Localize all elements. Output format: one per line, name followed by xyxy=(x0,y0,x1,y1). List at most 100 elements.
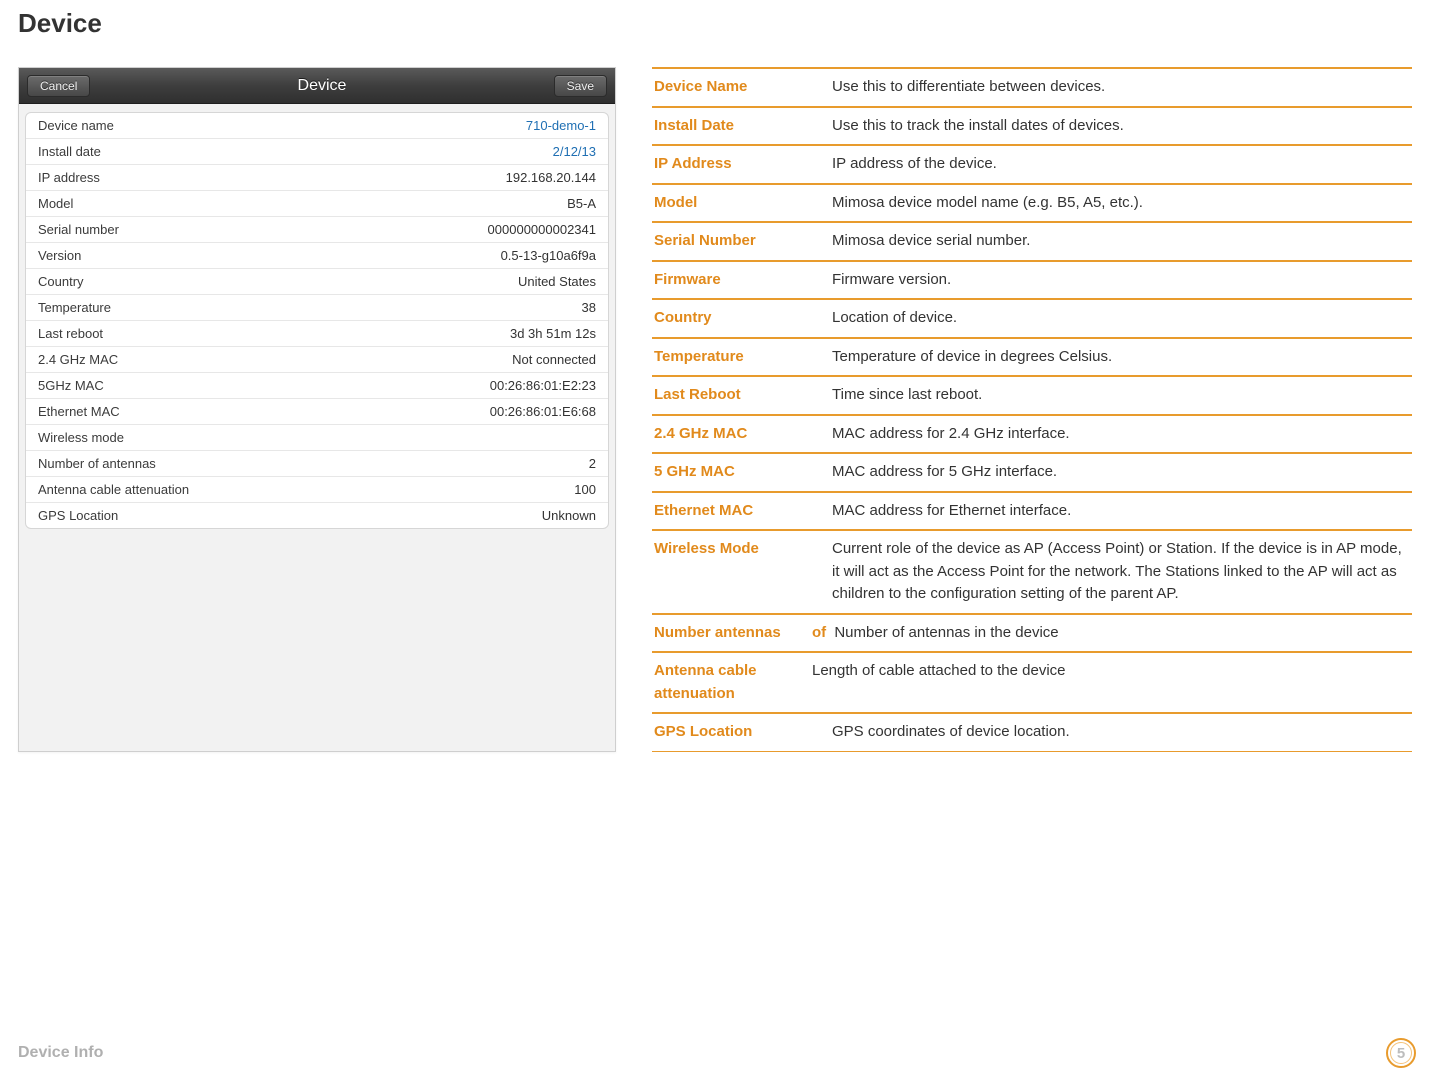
definition-row: IP AddressIP address of the device. xyxy=(652,144,1412,184)
panel-row: Last reboot 3d 3h 51m 12s xyxy=(26,321,608,347)
row-value[interactable]: 710-demo-1 xyxy=(526,118,596,133)
definition-term: Number antennas xyxy=(654,622,812,645)
row-label: Last reboot xyxy=(38,326,103,341)
definition-description: MAC address for 5 GHz interface. xyxy=(832,461,1057,484)
panel-row: 2.4 GHz MAC Not connected xyxy=(26,347,608,373)
row-value: 00:26:86:01:E6:68 xyxy=(490,404,596,419)
definition-description: MAC address for 2.4 GHz interface. xyxy=(832,423,1070,446)
definition-term: Temperature xyxy=(654,346,832,369)
row-label: Install date xyxy=(38,144,101,159)
panel-row: Number of antennas 2 xyxy=(26,451,608,477)
row-value: 00:26:86:01:E2:23 xyxy=(490,378,596,393)
panel-row: Serial number 000000000002341 xyxy=(26,217,608,243)
definition-row: Number antennasof Number of antennas in … xyxy=(652,613,1412,653)
definition-row: Device NameUse this to differentiate bet… xyxy=(652,67,1412,107)
definition-description: Temperature of device in degrees Celsius… xyxy=(832,346,1112,369)
definition-term: Model xyxy=(654,192,832,215)
definition-row: 5 GHz MACMAC address for 5 GHz interface… xyxy=(652,452,1412,492)
panel-row: Device name710-demo-1 xyxy=(26,113,608,139)
page-footer: Device Info 5 xyxy=(18,1038,1416,1068)
panel-row: Temperature 38 xyxy=(26,295,608,321)
definition-term: GPS Location xyxy=(654,721,832,744)
panel-row: GPS LocationUnknown xyxy=(26,503,608,528)
definition-term: Country xyxy=(654,307,832,330)
row-label: Version xyxy=(38,248,81,263)
panel-row: Antenna cable attenuation 100 xyxy=(26,477,608,503)
row-label: 5GHz MAC xyxy=(38,378,104,393)
panel-body: Device name710-demo-1 Install date 2/12/13… xyxy=(25,112,609,529)
row-label: 2.4 GHz MAC xyxy=(38,352,118,367)
page-title: Device xyxy=(18,8,1416,39)
row-label: IP address xyxy=(38,170,100,185)
row-value[interactable]: 2/12/13 xyxy=(553,144,596,159)
panel-row: IP address 192.168.20.144 xyxy=(26,165,608,191)
definitions-table: Device NameUse this to differentiate bet… xyxy=(652,67,1412,752)
definition-description: MAC address for Ethernet interface. xyxy=(832,500,1071,523)
row-label: Ethernet MAC xyxy=(38,404,120,419)
definition-term: Ethernet MAC xyxy=(654,500,832,523)
panel-row: Ethernet MAC 00:26:86:01:E6:68 xyxy=(26,399,608,425)
definition-term: Antenna cable attenuation xyxy=(654,660,812,705)
row-label: Serial number xyxy=(38,222,119,237)
definition-description: Mimosa device model name (e.g. B5, A5, e… xyxy=(832,192,1143,215)
row-value: 000000000002341 xyxy=(488,222,596,237)
definition-description: Length of cable attached to the device xyxy=(812,660,1066,705)
definition-row: GPS LocationGPS coordinates of device lo… xyxy=(652,712,1412,752)
footer-section-label: Device Info xyxy=(18,1044,103,1062)
row-value: 38 xyxy=(582,300,596,315)
definition-row: Wireless ModeCurrent role of the device … xyxy=(652,529,1412,614)
definition-term: Firmware xyxy=(654,269,832,292)
panel-row: Install date 2/12/13 xyxy=(26,139,608,165)
panel-row: 5GHz MAC 00:26:86:01:E2:23 xyxy=(26,373,608,399)
row-label: Temperature xyxy=(38,300,111,315)
definition-row: Antenna cable attenuationLength of cable… xyxy=(652,651,1412,713)
definition-row: Ethernet MACMAC address for Ethernet int… xyxy=(652,491,1412,531)
definition-term: 2.4 GHz MAC xyxy=(654,423,832,446)
definition-text: Number of antennas in the device xyxy=(830,624,1058,641)
panel-row: Country United States xyxy=(26,269,608,295)
panel-row: ModelB5-A xyxy=(26,191,608,217)
panel-row: Version 0.5-13-g10a6f9a xyxy=(26,243,608,269)
definition-row: FirmwareFirmware version. xyxy=(652,260,1412,300)
panel-row: Wireless mode xyxy=(26,425,608,451)
row-value: 2 xyxy=(589,456,596,471)
definition-term: Wireless Mode xyxy=(654,538,832,606)
definition-term: IP Address xyxy=(654,153,832,176)
definition-description: Mimosa device serial number. xyxy=(832,230,1030,253)
row-value: Not connected xyxy=(512,352,596,367)
definition-row: Last RebootTime since last reboot. xyxy=(652,375,1412,415)
page-number-badge: 5 xyxy=(1386,1038,1416,1068)
cancel-button[interactable]: Cancel xyxy=(27,75,90,97)
definition-description: Use this to differentiate between device… xyxy=(832,76,1105,99)
content-wrapper: Cancel Device Save Device name710-demo-1… xyxy=(18,67,1416,752)
definition-term: Install Date xyxy=(654,115,832,138)
definition-description: Time since last reboot. xyxy=(832,384,982,407)
row-label: Wireless mode xyxy=(38,430,124,445)
definition-description: Use this to track the install dates of d… xyxy=(832,115,1124,138)
definition-row: ModelMimosa device model name (e.g. B5, … xyxy=(652,183,1412,223)
row-value: United States xyxy=(518,274,596,289)
definition-description: GPS coordinates of device location. xyxy=(832,721,1070,744)
definition-row: 2.4 GHz MACMAC address for 2.4 GHz inter… xyxy=(652,414,1412,454)
definition-term: Last Reboot xyxy=(654,384,832,407)
row-value: 100 xyxy=(574,482,596,497)
definition-term: Serial Number xyxy=(654,230,832,253)
inline-of: of xyxy=(812,624,826,641)
definition-term: Device Name xyxy=(654,76,832,99)
definition-row: TemperatureTemperature of device in degr… xyxy=(652,337,1412,377)
definition-description: Current role of the device as AP (Access… xyxy=(832,538,1408,606)
row-label: Country xyxy=(38,274,84,289)
row-value: 192.168.20.144 xyxy=(506,170,596,185)
row-value: 3d 3h 51m 12s xyxy=(510,326,596,341)
row-label: Antenna cable attenuation xyxy=(38,482,189,497)
definition-description: Firmware version. xyxy=(832,269,951,292)
row-label: Number of antennas xyxy=(38,456,156,471)
definition-row: CountryLocation of device. xyxy=(652,298,1412,338)
panel-title: Device xyxy=(298,77,347,95)
definition-row: Serial NumberMimosa device serial number… xyxy=(652,221,1412,261)
row-value: 0.5-13-g10a6f9a xyxy=(501,248,596,263)
row-value: B5-A xyxy=(567,196,596,211)
save-button[interactable]: Save xyxy=(554,75,607,97)
definition-term: 5 GHz MAC xyxy=(654,461,832,484)
row-value: Unknown xyxy=(542,508,596,523)
